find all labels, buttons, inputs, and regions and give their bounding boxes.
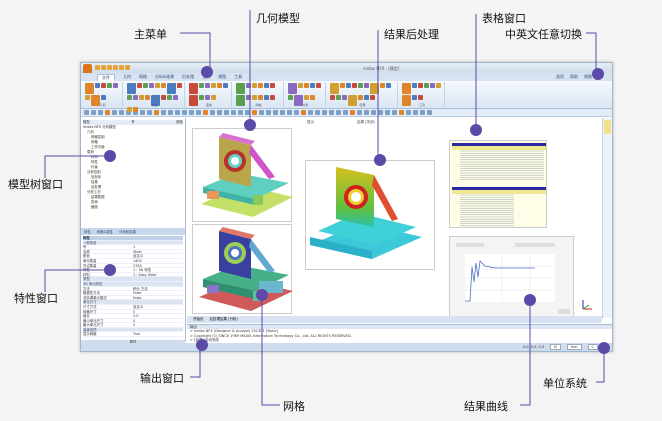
callout-table-window: 表格窗口: [482, 12, 526, 25]
callout-mesh: 网格: [283, 400, 305, 413]
callout-model-tree: 模型树窗口: [8, 178, 63, 191]
callout-main-menu: 主菜单: [134, 28, 167, 41]
callout-output-window: 输出窗口: [140, 372, 184, 385]
callout-post-processing: 结果后处理: [384, 28, 439, 41]
callout-language-switch: 中英文任意切换: [505, 28, 582, 41]
callout-result-curve: 结果曲线: [464, 400, 508, 413]
callout-lines: [44, 10, 610, 406]
callout-unit-system: 单位系统: [543, 377, 587, 390]
callout-geometry-model: 几何模型: [256, 12, 300, 25]
callout-property-window: 特性窗口: [14, 292, 58, 305]
